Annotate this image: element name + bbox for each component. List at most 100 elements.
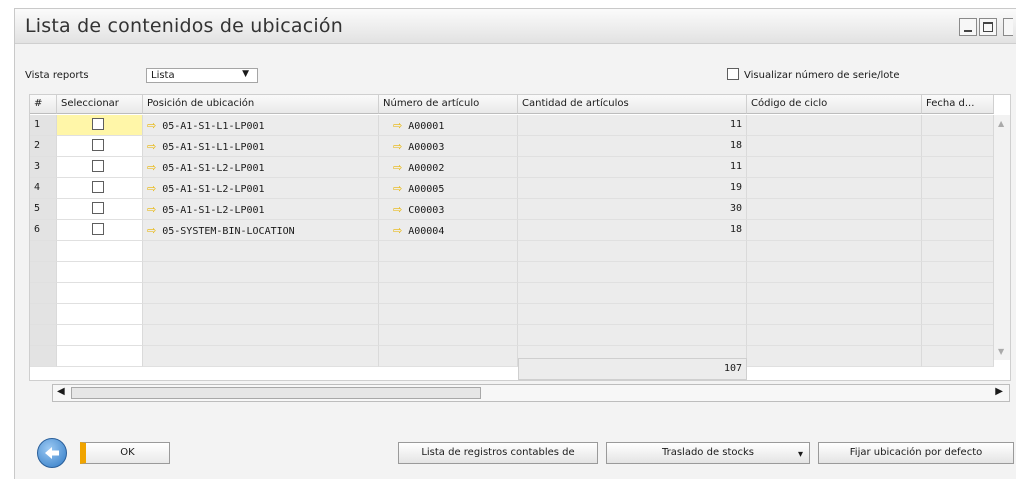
view-select-value: Lista (151, 70, 175, 81)
back-arrow-icon[interactable] (37, 438, 67, 468)
item-cell[interactable]: ⇨ C00003 (379, 199, 518, 220)
link-arrow-icon[interactable]: ⇨ (147, 161, 156, 174)
empty-cell (30, 241, 57, 262)
empty-cell (379, 304, 518, 325)
location-text: 05-A1-S1-L2-LP001 (162, 205, 265, 216)
link-arrow-icon[interactable]: ⇨ (147, 182, 156, 195)
select-cell[interactable] (57, 136, 143, 157)
serial-checkbox[interactable] (727, 68, 739, 80)
maximize-button[interactable] (979, 18, 997, 36)
row-select-checkbox[interactable] (92, 202, 104, 214)
col-header-date[interactable]: Fecha d... (922, 95, 994, 114)
scroll-up-icon[interactable]: ▲ (998, 119, 1004, 128)
item-cell[interactable]: ⇨ A00005 (379, 178, 518, 199)
link-arrow-icon[interactable]: ⇨ (393, 161, 402, 174)
view-select[interactable]: Lista ▼ (146, 68, 258, 83)
location-text: 05-A1-S1-L2-LP001 (162, 184, 265, 195)
vertical-scrollbar[interactable]: ▲ ▼ (993, 115, 1010, 360)
empty-cell (747, 346, 922, 367)
location-cell[interactable]: ⇨ 05-A1-S1-L2-LP001 (143, 199, 379, 220)
select-cell[interactable] (57, 115, 143, 136)
empty-cell (57, 325, 143, 346)
row-number: 5 (30, 199, 57, 220)
item-text: C00003 (408, 205, 445, 216)
quantity-cell: 18 (518, 220, 747, 241)
row-number: 3 (30, 157, 57, 178)
link-arrow-icon[interactable]: ⇨ (147, 203, 156, 216)
date-cell[interactable] (922, 115, 994, 136)
cycle-code-cell[interactable] (747, 178, 922, 199)
date-cell[interactable] (922, 220, 994, 241)
col-header-num[interactable]: # (30, 95, 57, 114)
cycle-code-cell[interactable] (747, 199, 922, 220)
select-cell[interactable] (57, 157, 143, 178)
window-title: Lista de contenidos de ubicación (25, 15, 343, 37)
link-arrow-icon[interactable]: ⇨ (393, 140, 402, 153)
row-select-checkbox[interactable] (92, 223, 104, 235)
link-arrow-icon[interactable]: ⇨ (147, 119, 156, 132)
date-cell[interactable] (922, 136, 994, 157)
col-header-location[interactable]: Posición de ubicación (143, 95, 379, 114)
item-text: A00005 (408, 184, 445, 195)
location-text: 05-SYSTEM-BIN-LOCATION (162, 226, 295, 237)
date-cell[interactable] (922, 178, 994, 199)
link-arrow-icon[interactable]: ⇨ (147, 224, 156, 237)
link-arrow-icon[interactable]: ⇨ (393, 203, 402, 216)
scroll-right-icon[interactable]: ▶ (995, 386, 1003, 397)
select-cell[interactable] (57, 199, 143, 220)
cycle-code-cell[interactable] (747, 220, 922, 241)
link-arrow-icon[interactable]: ⇨ (147, 140, 156, 153)
empty-cell (30, 346, 57, 367)
scroll-down-icon[interactable]: ▼ (998, 347, 1004, 356)
dropdown-triangle-icon: ▾ (797, 449, 803, 460)
link-arrow-icon[interactable]: ⇨ (393, 182, 402, 195)
item-cell[interactable]: ⇨ A00003 (379, 136, 518, 157)
journal-list-button[interactable]: Lista de registros contables de (398, 442, 598, 464)
row-select-checkbox[interactable] (92, 118, 104, 130)
minimize-button[interactable] (959, 18, 977, 36)
date-cell[interactable] (922, 157, 994, 178)
scroll-thumb[interactable] (71, 387, 481, 399)
title-bar: Lista de contenidos de ubicación (15, 9, 1016, 44)
empty-cell (57, 283, 143, 304)
col-header-select[interactable]: Seleccionar (57, 95, 143, 114)
empty-cell (143, 283, 379, 304)
empty-cell (518, 325, 747, 346)
empty-cell (30, 283, 57, 304)
col-header-item[interactable]: Número de artículo (379, 95, 518, 114)
scroll-left-icon[interactable]: ◀ (57, 386, 65, 397)
cycle-code-cell[interactable] (747, 136, 922, 157)
row-select-checkbox[interactable] (92, 139, 104, 151)
item-cell[interactable]: ⇨ A00002 (379, 157, 518, 178)
location-cell[interactable]: ⇨ 05-A1-S1-L1-LP001 (143, 136, 379, 157)
row-number: 2 (30, 136, 57, 157)
location-cell[interactable]: ⇨ 05-A1-S1-L2-LP001 (143, 178, 379, 199)
select-cell[interactable] (57, 220, 143, 241)
empty-cell (379, 346, 518, 367)
empty-cell (57, 241, 143, 262)
cycle-code-cell[interactable] (747, 115, 922, 136)
location-cell[interactable]: ⇨ 05-A1-S1-L2-LP001 (143, 157, 379, 178)
set-default-bin-button[interactable]: Fijar ubicación por defecto (818, 442, 1014, 464)
close-button[interactable] (1003, 18, 1013, 36)
stock-transfer-button[interactable]: Traslado de stocks ▾ (606, 442, 810, 464)
select-cell[interactable] (57, 178, 143, 199)
location-cell[interactable]: ⇨ 05-A1-S1-L1-LP001 (143, 115, 379, 136)
row-select-checkbox[interactable] (92, 181, 104, 193)
col-header-qty[interactable]: Cantidad de artículos (518, 95, 747, 114)
empty-cell (30, 304, 57, 325)
item-cell[interactable]: ⇨ A00004 (379, 220, 518, 241)
empty-cell (57, 346, 143, 367)
horizontal-scrollbar[interactable]: ◀ ▶ (52, 384, 1010, 402)
link-arrow-icon[interactable]: ⇨ (393, 119, 402, 132)
ok-button[interactable]: OK (80, 442, 170, 464)
empty-cell (747, 325, 922, 346)
item-cell[interactable]: ⇨ A00001 (379, 115, 518, 136)
col-header-cycle[interactable]: Código de ciclo (747, 95, 922, 114)
cycle-code-cell[interactable] (747, 157, 922, 178)
link-arrow-icon[interactable]: ⇨ (393, 224, 402, 237)
row-select-checkbox[interactable] (92, 160, 104, 172)
date-cell[interactable] (922, 199, 994, 220)
location-cell[interactable]: ⇨ 05-SYSTEM-BIN-LOCATION (143, 220, 379, 241)
quantity-cell: 11 (518, 115, 747, 136)
